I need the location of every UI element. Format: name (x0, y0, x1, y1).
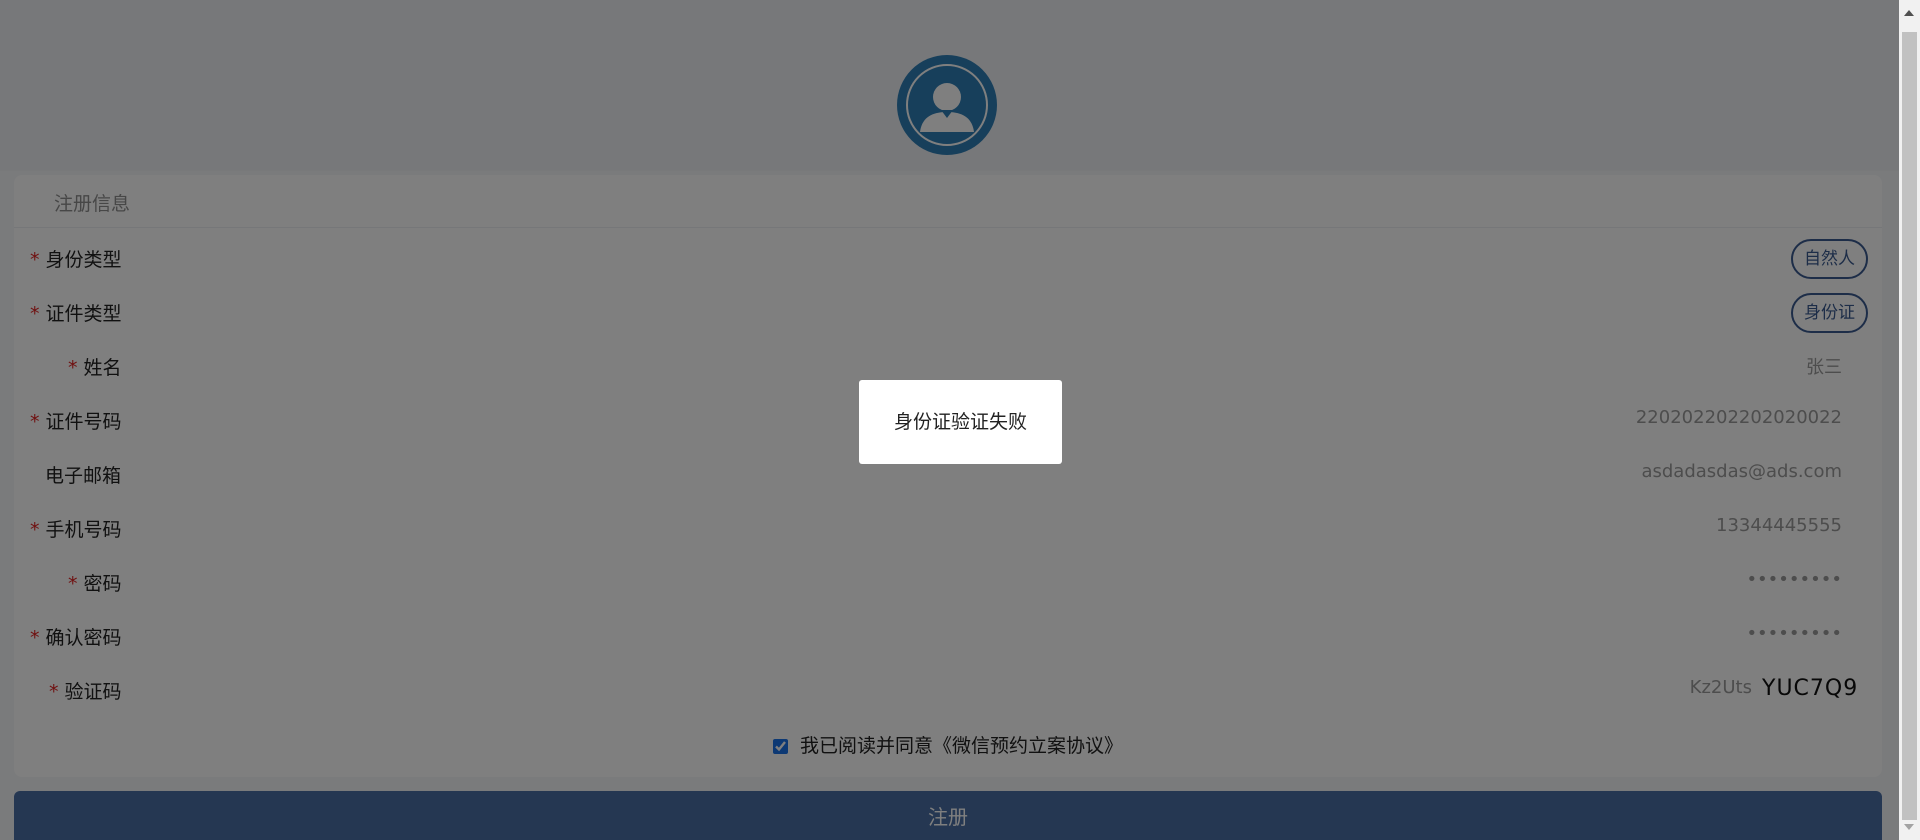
scrollbar-thumb[interactable] (1902, 32, 1917, 820)
scroll-up-icon[interactable] (1904, 10, 1914, 16)
vertical-scrollbar[interactable] (1899, 0, 1920, 840)
error-toast: 身份证验证失败 (859, 380, 1062, 464)
toast-message: 身份证验证失败 (893, 411, 1027, 433)
scroll-down-icon[interactable] (1904, 824, 1914, 830)
